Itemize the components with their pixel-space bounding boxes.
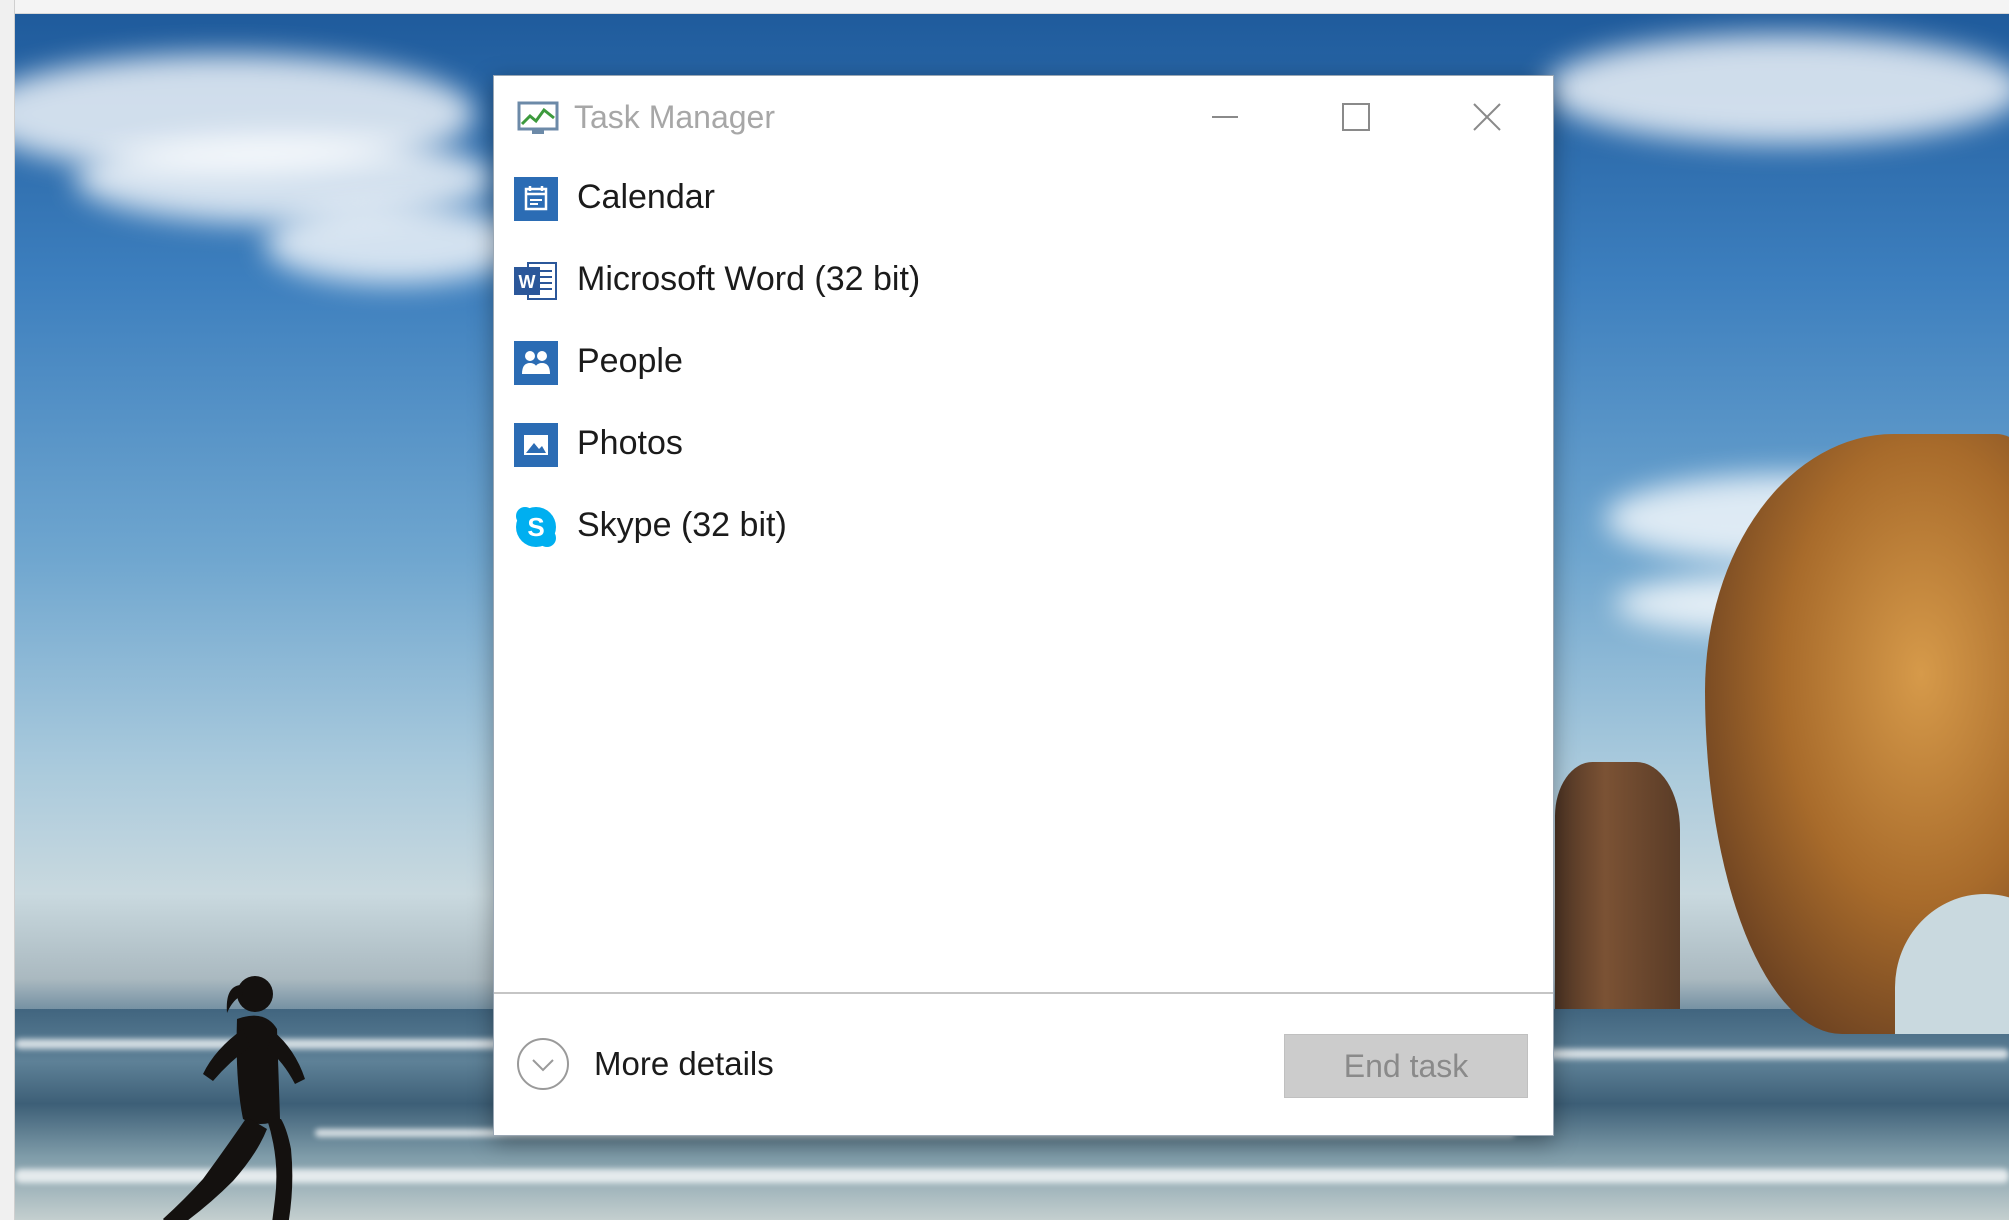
app-label: People bbox=[577, 342, 683, 380]
close-button[interactable] bbox=[1422, 76, 1552, 158]
end-task-button[interactable]: End task bbox=[1284, 1034, 1528, 1098]
app-label: Calendar bbox=[577, 178, 715, 216]
task-manager-window: Task Manager Calendar W Microsoft Word (… bbox=[493, 75, 1554, 1136]
svg-text:S: S bbox=[527, 512, 544, 542]
chevron-down-icon bbox=[517, 1038, 569, 1090]
app-item-skype[interactable]: S Skype (32 bit) bbox=[494, 486, 1553, 568]
calendar-icon bbox=[514, 177, 558, 221]
maximize-button[interactable] bbox=[1291, 76, 1421, 158]
task-manager-icon bbox=[517, 101, 559, 134]
photos-icon bbox=[514, 423, 558, 467]
skype-icon: S bbox=[516, 507, 556, 547]
sea-stack-rock bbox=[1555, 762, 1680, 1032]
people-icon bbox=[514, 341, 558, 385]
left-border bbox=[0, 0, 15, 1220]
app-item-photos[interactable]: Photos bbox=[494, 404, 1553, 486]
runner-silhouette bbox=[163, 976, 305, 1220]
word-icon: W bbox=[514, 262, 557, 300]
app-item-calendar[interactable]: Calendar bbox=[494, 158, 1553, 240]
footer: More details End task bbox=[494, 994, 1553, 1135]
screen: Task Manager Calendar W Microsoft Word (… bbox=[0, 0, 2009, 1220]
more-details-button[interactable]: More details bbox=[516, 1034, 774, 1094]
app-label: Photos bbox=[577, 424, 683, 462]
window-title: Task Manager bbox=[574, 99, 775, 135]
maximize-icon bbox=[1342, 103, 1370, 131]
app-label: Skype (32 bit) bbox=[577, 506, 787, 544]
more-details-label: More details bbox=[594, 1045, 774, 1082]
title-bar[interactable]: Task Manager bbox=[494, 76, 1553, 158]
app-item-microsoft-word[interactable]: W Microsoft Word (32 bit) bbox=[494, 240, 1553, 322]
close-icon bbox=[1473, 103, 1501, 131]
minimize-icon bbox=[1212, 116, 1238, 118]
top-border bbox=[0, 0, 2009, 14]
minimize-button[interactable] bbox=[1160, 76, 1290, 158]
app-list: Calendar W Microsoft Word (32 bit) Peopl… bbox=[494, 158, 1553, 568]
svg-text:W: W bbox=[519, 272, 536, 292]
app-item-people[interactable]: People bbox=[494, 322, 1553, 404]
app-label: Microsoft Word (32 bit) bbox=[577, 260, 921, 298]
